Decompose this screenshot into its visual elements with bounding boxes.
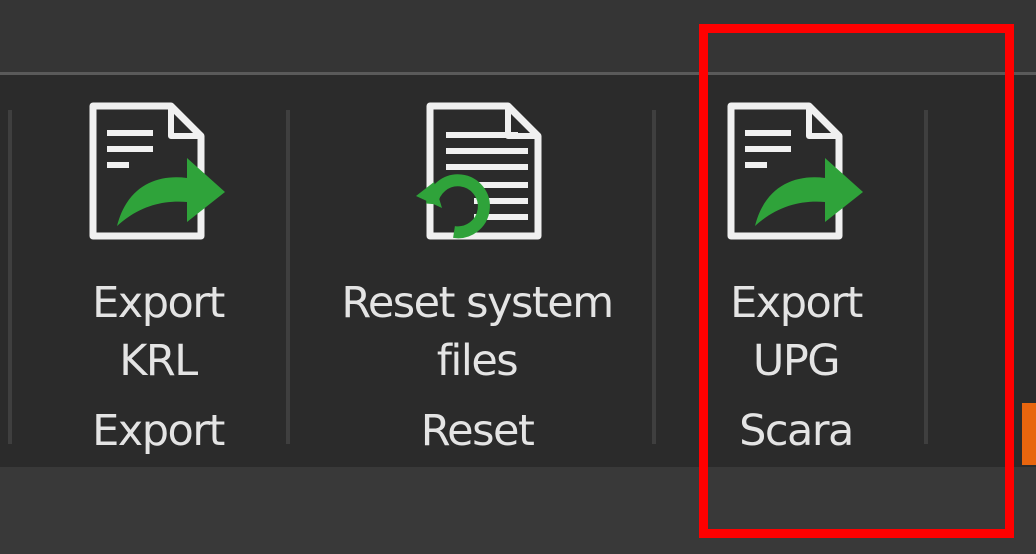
export-krl-button[interactable]: Export KRL — [30, 100, 286, 400]
reset-system-files-label: Reset system files — [341, 278, 614, 386]
group-separator — [652, 110, 656, 444]
group-label-reset: Reset — [420, 406, 535, 456]
reset-system-files-button[interactable]: Reset system files — [312, 100, 642, 400]
export-document-icon — [727, 102, 863, 240]
export-document-icon — [89, 102, 225, 240]
group-label-export: Export — [92, 406, 225, 456]
export-krl-label: Export KRL — [92, 278, 225, 386]
export-upg-button[interactable]: Export UPG — [676, 100, 916, 400]
ribbon-tab-bar — [0, 0, 1036, 72]
reset-document-icon — [416, 102, 542, 240]
export-upg-label: Export UPG — [730, 278, 863, 386]
group-separator — [286, 110, 290, 444]
group-label-scara: Scara — [739, 406, 854, 456]
orange-edge-tab — [1022, 403, 1036, 465]
ribbon-bottom-area — [0, 467, 1036, 554]
group-separator — [8, 110, 12, 444]
group-separator — [924, 110, 928, 444]
